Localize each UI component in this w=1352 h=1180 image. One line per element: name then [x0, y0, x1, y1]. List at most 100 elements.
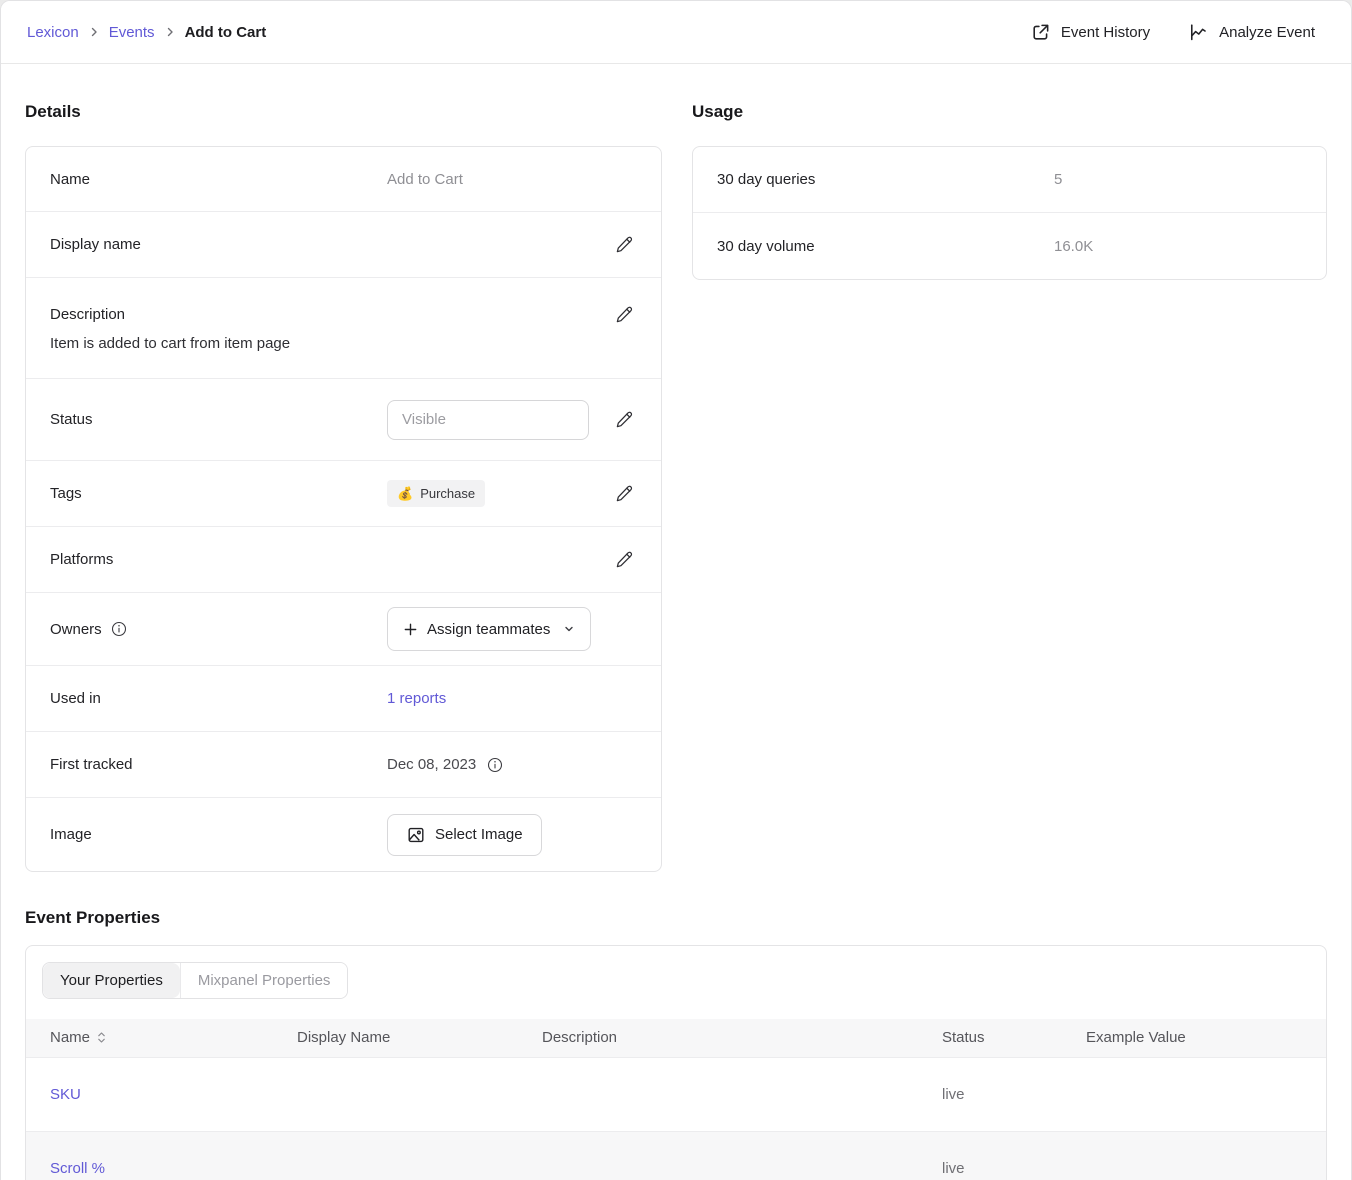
- property-description: [518, 1131, 918, 1180]
- description-label: Description: [50, 306, 125, 323]
- detail-row-platforms: Platforms: [26, 527, 661, 593]
- usage-title: Usage: [692, 102, 1327, 122]
- breadcrumb: Lexicon Events Add to Cart: [27, 24, 266, 41]
- column-header-example-value: Example Value: [1062, 1019, 1326, 1057]
- usage-card: 30 day queries 5 30 day volume 16.0K: [692, 146, 1327, 280]
- first-tracked-label: First tracked: [50, 756, 387, 773]
- table-header-row: Name Display Name Description: [26, 1019, 1326, 1057]
- detail-row-status: Status: [26, 379, 661, 461]
- details-column: Details Name Add to Cart Display name: [25, 102, 662, 872]
- edit-description-button[interactable]: [612, 302, 637, 327]
- property-row-sku[interactable]: SKU live: [26, 1057, 1326, 1131]
- lexicon-event-page: Lexicon Events Add to Cart Event Histo: [0, 0, 1352, 1180]
- detail-row-description: Description Item is added to ca: [26, 278, 661, 379]
- description-value: Item is added to cart from item page: [50, 335, 637, 352]
- status-label: Status: [50, 411, 387, 428]
- select-image-label: Select Image: [435, 826, 523, 843]
- edit-status-button[interactable]: [612, 407, 637, 432]
- column-header-name[interactable]: Name: [50, 1029, 90, 1046]
- money-bag-icon: 💰: [397, 487, 413, 500]
- edit-tags-button[interactable]: [612, 481, 637, 506]
- event-properties-section: Event Properties Your Properties Mixpane…: [25, 908, 1327, 1180]
- column-header-description: Description: [518, 1019, 918, 1057]
- name-value: Add to Cart: [387, 171, 609, 188]
- image-label: Image: [50, 826, 387, 843]
- first-tracked-value: Dec 08, 2023: [387, 756, 476, 773]
- volume-value: 16.0K: [1054, 238, 1274, 255]
- properties-table: Name Display Name Description: [26, 1019, 1326, 1180]
- detail-row-display-name: Display name: [26, 212, 661, 278]
- column-header-display-name: Display Name: [273, 1019, 518, 1057]
- pencil-icon: [614, 483, 635, 504]
- property-link-scroll-pct[interactable]: Scroll %: [50, 1160, 105, 1177]
- usage-column: Usage 30 day queries 5 30 day volume 16.…: [692, 102, 1327, 280]
- property-row-scroll-pct[interactable]: Scroll % live: [26, 1131, 1326, 1180]
- tab-mixpanel-properties[interactable]: Mixpanel Properties: [180, 963, 348, 998]
- pencil-icon: [614, 409, 635, 430]
- event-history-button[interactable]: Event History: [1030, 22, 1150, 43]
- breadcrumb-link-events[interactable]: Events: [109, 24, 155, 41]
- pencil-icon: [614, 304, 635, 325]
- property-description: [518, 1057, 918, 1131]
- assign-teammates-button[interactable]: Assign teammates: [387, 607, 591, 651]
- property-status: live: [918, 1131, 1062, 1180]
- chevron-down-icon: [563, 623, 575, 635]
- detail-row-used-in: Used in 1 reports: [26, 666, 661, 732]
- info-icon[interactable]: [486, 756, 504, 774]
- top-bar: Lexicon Events Add to Cart Event Histo: [1, 1, 1351, 64]
- sort-icon[interactable]: [97, 1031, 106, 1044]
- column-header-status: Status: [918, 1019, 1062, 1057]
- detail-row-tags: Tags 💰 Purchase: [26, 461, 661, 527]
- properties-tab-group: Your Properties Mixpanel Properties: [42, 962, 348, 999]
- plus-icon: [403, 622, 418, 637]
- main-content: Details Name Add to Cart Display name: [1, 64, 1351, 1180]
- info-icon[interactable]: [110, 620, 128, 638]
- name-label: Name: [50, 171, 387, 188]
- details-card: Name Add to Cart Display name: [25, 146, 662, 872]
- external-link-icon: [1030, 22, 1051, 43]
- used-in-reports-link[interactable]: 1 reports: [387, 690, 446, 707]
- used-in-label: Used in: [50, 690, 387, 707]
- property-display-name: [273, 1057, 518, 1131]
- volume-label: 30 day volume: [717, 238, 1054, 255]
- property-status: live: [918, 1057, 1062, 1131]
- select-image-button[interactable]: Select Image: [387, 814, 542, 856]
- edit-platforms-button[interactable]: [612, 547, 637, 572]
- platforms-label: Platforms: [50, 551, 387, 568]
- details-title: Details: [25, 102, 662, 122]
- chevron-right-icon: [89, 26, 99, 38]
- event-properties-title: Event Properties: [25, 908, 1327, 928]
- edit-display-name-button[interactable]: [612, 232, 637, 257]
- display-name-label: Display name: [50, 236, 387, 253]
- image-icon: [406, 825, 426, 845]
- breadcrumb-link-lexicon[interactable]: Lexicon: [27, 24, 79, 41]
- analyze-event-button[interactable]: Analyze Event: [1188, 22, 1315, 43]
- pencil-icon: [614, 234, 635, 255]
- event-history-label: Event History: [1061, 24, 1150, 41]
- detail-row-owners: Owners: [26, 593, 661, 666]
- assign-teammates-label: Assign teammates: [427, 621, 550, 638]
- queries-value: 5: [1054, 171, 1274, 188]
- tab-your-properties[interactable]: Your Properties: [43, 963, 180, 998]
- breadcrumb-current-event: Add to Cart: [185, 24, 267, 41]
- usage-row-volume: 30 day volume 16.0K: [693, 213, 1326, 279]
- property-example-value: [1062, 1057, 1326, 1131]
- queries-label: 30 day queries: [717, 171, 1054, 188]
- pencil-icon: [614, 549, 635, 570]
- detail-row-first-tracked: First tracked Dec 08, 2023: [26, 732, 661, 798]
- detail-row-image: Image Select Image: [26, 798, 661, 871]
- usage-row-queries: 30 day queries 5: [693, 147, 1326, 213]
- line-chart-icon: [1188, 22, 1209, 43]
- status-input[interactable]: [387, 400, 589, 440]
- detail-row-name: Name Add to Cart: [26, 147, 661, 212]
- property-display-name: [273, 1131, 518, 1180]
- tags-label: Tags: [50, 485, 387, 502]
- topbar-actions: Event History Analyze Event: [1030, 22, 1315, 43]
- property-link-sku[interactable]: SKU: [50, 1086, 81, 1103]
- tag-label: Purchase: [420, 486, 475, 501]
- analyze-event-label: Analyze Event: [1219, 24, 1315, 41]
- property-example-value: [1062, 1131, 1326, 1180]
- event-properties-card: Your Properties Mixpanel Properties Name: [25, 945, 1327, 1180]
- owners-label: Owners: [50, 621, 102, 638]
- tag-chip-purchase[interactable]: 💰 Purchase: [387, 480, 485, 507]
